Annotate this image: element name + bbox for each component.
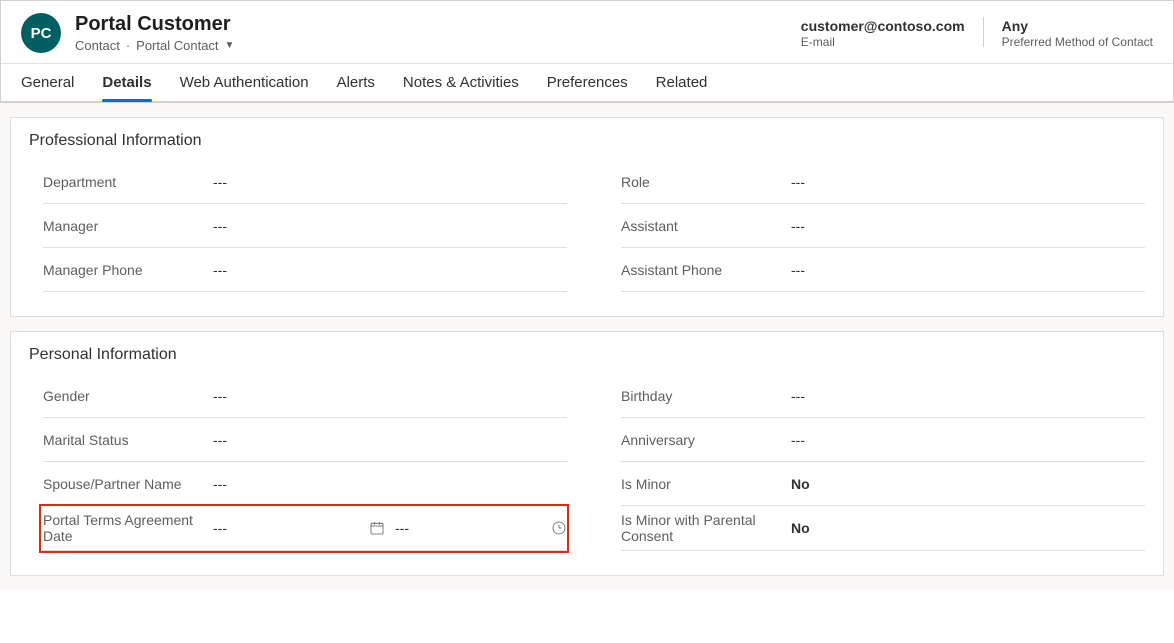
field-label: Manager <box>43 218 213 234</box>
field-label: Role <box>621 174 791 190</box>
field-department[interactable]: Department --- <box>43 160 567 204</box>
field-value: --- --- <box>213 520 567 536</box>
tab-web-authentication[interactable]: Web Authentication <box>180 64 309 101</box>
page-title: Portal Customer <box>75 13 801 36</box>
field-label: Department <box>43 174 213 190</box>
section-professional-information: Professional Information Department --- … <box>10 117 1164 317</box>
tab-preferences[interactable]: Preferences <box>547 64 628 101</box>
field-value: No <box>791 520 1145 536</box>
entity-name: Contact <box>75 38 120 53</box>
highlight-portal-terms: Portal Terms Agreement Date --- <box>41 506 567 551</box>
field-value: --- <box>791 388 1145 404</box>
field-manager-phone[interactable]: Manager Phone --- <box>43 248 567 292</box>
field-value: --- <box>213 388 567 404</box>
form-selector[interactable]: Contact · Portal Contact ▼ <box>75 38 801 53</box>
header-field-email[interactable]: customer@contoso.com E-mail <box>801 17 965 51</box>
field-label: Gender <box>43 388 213 404</box>
field-value: --- <box>213 432 567 448</box>
clock-icon[interactable] <box>551 520 567 536</box>
field-label: Assistant Phone <box>621 262 791 278</box>
field-value: No <box>791 476 1145 492</box>
field-value: --- <box>213 218 567 234</box>
tab-related[interactable]: Related <box>656 64 708 101</box>
tab-notes-activities[interactable]: Notes & Activities <box>403 64 519 101</box>
chevron-down-icon: ▼ <box>225 40 235 51</box>
date-value: --- <box>213 520 227 536</box>
field-portal-terms-agreement-date[interactable]: Portal Terms Agreement Date --- <box>43 506 567 551</box>
field-label: Spouse/Partner Name <box>43 476 213 492</box>
field-marital-status[interactable]: Marital Status --- <box>43 418 567 462</box>
header-divider <box>983 17 984 47</box>
tab-bar: General Details Web Authentication Alert… <box>1 64 1173 102</box>
field-assistant-phone[interactable]: Assistant Phone --- <box>621 248 1145 292</box>
calendar-icon[interactable] <box>369 520 385 536</box>
field-label: Marital Status <box>43 432 213 448</box>
header-field-value: customer@contoso.com <box>801 17 965 35</box>
field-value: --- <box>791 174 1145 190</box>
header-summary: customer@contoso.com E-mail Any Preferre… <box>801 17 1153 51</box>
field-is-minor[interactable]: Is Minor No <box>621 462 1145 506</box>
subtitle-separator: · <box>126 38 130 53</box>
record-header: PC Portal Customer Contact · Portal Cont… <box>1 1 1173 64</box>
header-field-label: E-mail <box>801 35 965 51</box>
field-value: --- <box>791 262 1145 278</box>
field-label: Is Minor <box>621 476 791 492</box>
field-value: --- <box>213 262 567 278</box>
form-body: Professional Information Department --- … <box>0 103 1174 590</box>
field-label: Anniversary <box>621 432 791 448</box>
field-spouse-partner-name[interactable]: Spouse/Partner Name --- <box>43 462 567 506</box>
field-label: Is Minor with Parental Consent <box>621 512 791 544</box>
header-field-label: Preferred Method of Contact <box>1002 35 1153 51</box>
field-birthday[interactable]: Birthday --- <box>621 374 1145 418</box>
section-title: Professional Information <box>29 132 1145 150</box>
field-anniversary[interactable]: Anniversary --- <box>621 418 1145 462</box>
field-role[interactable]: Role --- <box>621 160 1145 204</box>
field-label: Portal Terms Agreement Date <box>43 512 213 544</box>
field-value: --- <box>791 218 1145 234</box>
time-value: --- <box>395 520 409 536</box>
header-field-value: Any <box>1002 17 1153 35</box>
tab-general[interactable]: General <box>21 64 74 101</box>
field-is-minor-with-parental-consent[interactable]: Is Minor with Parental Consent No <box>621 506 1145 551</box>
field-value: --- <box>213 174 567 190</box>
avatar: PC <box>21 13 61 53</box>
field-gender[interactable]: Gender --- <box>43 374 567 418</box>
field-assistant[interactable]: Assistant --- <box>621 204 1145 248</box>
form-name: Portal Contact <box>136 38 218 53</box>
field-value: --- <box>213 476 567 492</box>
tab-details[interactable]: Details <box>102 64 151 101</box>
tab-alerts[interactable]: Alerts <box>337 64 375 101</box>
header-field-contact-method[interactable]: Any Preferred Method of Contact <box>1002 17 1153 51</box>
field-label: Birthday <box>621 388 791 404</box>
field-value: --- <box>791 432 1145 448</box>
field-manager[interactable]: Manager --- <box>43 204 567 248</box>
field-label: Manager Phone <box>43 262 213 278</box>
field-label: Assistant <box>621 218 791 234</box>
section-personal-information: Personal Information Gender --- Marital … <box>10 331 1164 576</box>
section-title: Personal Information <box>29 346 1145 364</box>
